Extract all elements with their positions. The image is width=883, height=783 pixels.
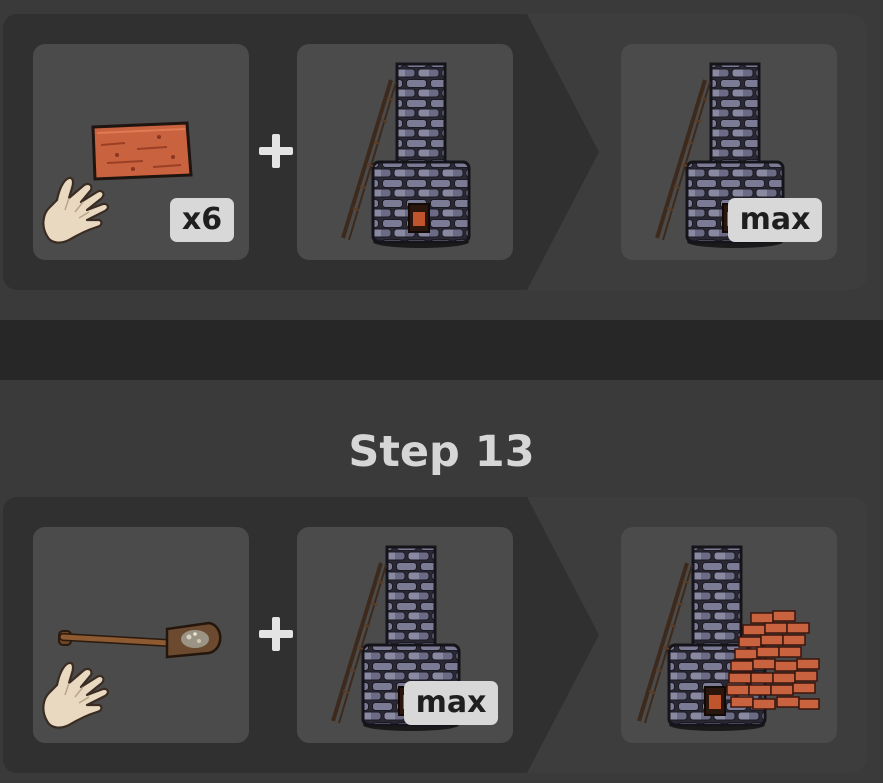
quantity-badge: x6	[170, 198, 234, 242]
max-badge: max	[404, 681, 498, 725]
ingredient-slot-shovel[interactable]	[33, 527, 249, 743]
result-slot-kiln-with-bricks[interactable]	[621, 527, 837, 743]
ingredient-slot-brick[interactable]: x6	[33, 44, 249, 260]
result-slot-kiln[interactable]: max	[621, 44, 837, 260]
step-title: Step 13	[348, 427, 535, 477]
target-slot-kiln[interactable]: max	[297, 527, 513, 743]
recipe-panel-2: max	[3, 497, 867, 773]
plus-icon	[259, 134, 293, 168]
hand-icon	[42, 661, 109, 729]
brick-pile-icon	[726, 610, 820, 710]
kiln-icon	[341, 62, 471, 248]
target-slot-kiln[interactable]	[297, 44, 513, 260]
max-badge: max	[728, 198, 822, 242]
section-divider	[0, 320, 883, 380]
recipe-panel-1: x6 max	[3, 14, 867, 290]
plus-icon	[259, 617, 293, 651]
